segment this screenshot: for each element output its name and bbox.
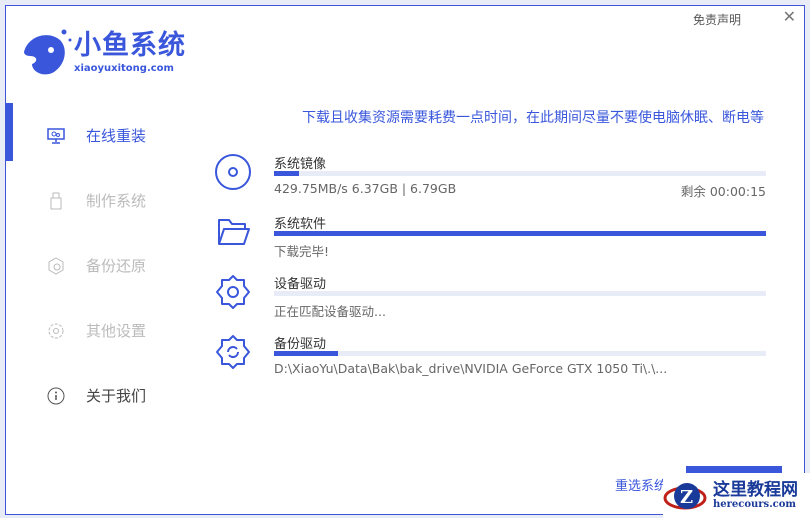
installer-window: 小鱼系统 xiaoyuxitong.com 免责声明 ✕ 在线重装 制作系统 备… — [5, 5, 805, 515]
progress-fill — [274, 231, 766, 236]
time-remaining: 剩余 00:00:15 — [680, 184, 766, 199]
close-button[interactable]: ✕ — [783, 7, 796, 26]
progress-bar — [274, 231, 766, 236]
sidebar-item-make-system[interactable]: 制作系统 — [6, 168, 206, 233]
sidebar-item-label: 制作系统 — [86, 192, 147, 210]
sidebar-item-other-settings[interactable]: 其他设置 — [6, 298, 206, 363]
folder-icon — [218, 219, 250, 245]
sidebar-item-label: 备份还原 — [86, 257, 147, 275]
sidebar: 在线重装 制作系统 备份还原 其他设置 关于我们 — [6, 103, 206, 428]
gear-icon — [46, 322, 66, 340]
task-name: 设备驱动 — [274, 277, 327, 292]
disclaimer-link[interactable]: 免责声明 — [693, 11, 741, 28]
progress-fill — [274, 171, 299, 176]
task-name: 备份驱动 — [274, 337, 327, 352]
task-info: D:\XiaoYu\Data\Bak\bak_drive\NVIDIA GeFo… — [274, 361, 668, 376]
sidebar-item-backup-restore[interactable]: 备份还原 — [6, 233, 206, 298]
watermark-url: herecours.com — [713, 499, 797, 510]
task-info: 正在匹配设备驱动... — [274, 304, 386, 319]
disc-icon — [215, 154, 251, 190]
task-info: 下载完毕! — [274, 244, 330, 259]
progress-bar — [274, 351, 766, 356]
task-name: 系统镜像 — [274, 157, 327, 172]
app-logo: 小鱼系统 xiaoyuxitong.com — [18, 26, 186, 78]
fish-logo-icon — [24, 29, 72, 75]
task-name: 系统软件 — [274, 217, 327, 232]
gear-icon — [216, 275, 250, 309]
watermark: Z 这里教程网 herecours.com — [663, 473, 810, 518]
monitor-icon — [46, 127, 66, 144]
usb-icon — [46, 192, 66, 210]
svg-text:Z: Z — [680, 487, 693, 508]
sidebar-item-online-reinstall[interactable]: 在线重装 — [6, 103, 206, 168]
progress-fill — [274, 351, 338, 356]
logo-title: 小鱼系统 — [74, 29, 186, 61]
sidebar-item-label: 在线重装 — [86, 127, 147, 145]
watermark-logo-icon: Z — [663, 482, 707, 509]
gear-sync-icon — [216, 335, 250, 369]
sidebar-item-label: 其他设置 — [86, 322, 147, 340]
progress-bar — [274, 171, 766, 176]
sidebar-item-about[interactable]: 关于我们 — [6, 363, 206, 428]
watermark-title: 这里教程网 — [713, 480, 798, 500]
progress-bar — [274, 291, 766, 296]
sidebar-item-label: 关于我们 — [86, 387, 147, 405]
backup-icon — [46, 256, 66, 275]
info-icon — [46, 387, 66, 405]
notice-text: 下载且收集资源需要耗费一点时间，在此期间尽量不要使电脑休眠、断电等 — [302, 110, 764, 126]
task-info: 429.75MB/s 6.37GB | 6.79GB — [274, 181, 457, 196]
logo-url: xiaoyuxitong.com — [74, 62, 174, 74]
reselect-system-link[interactable]: 重选系统 — [615, 475, 667, 494]
